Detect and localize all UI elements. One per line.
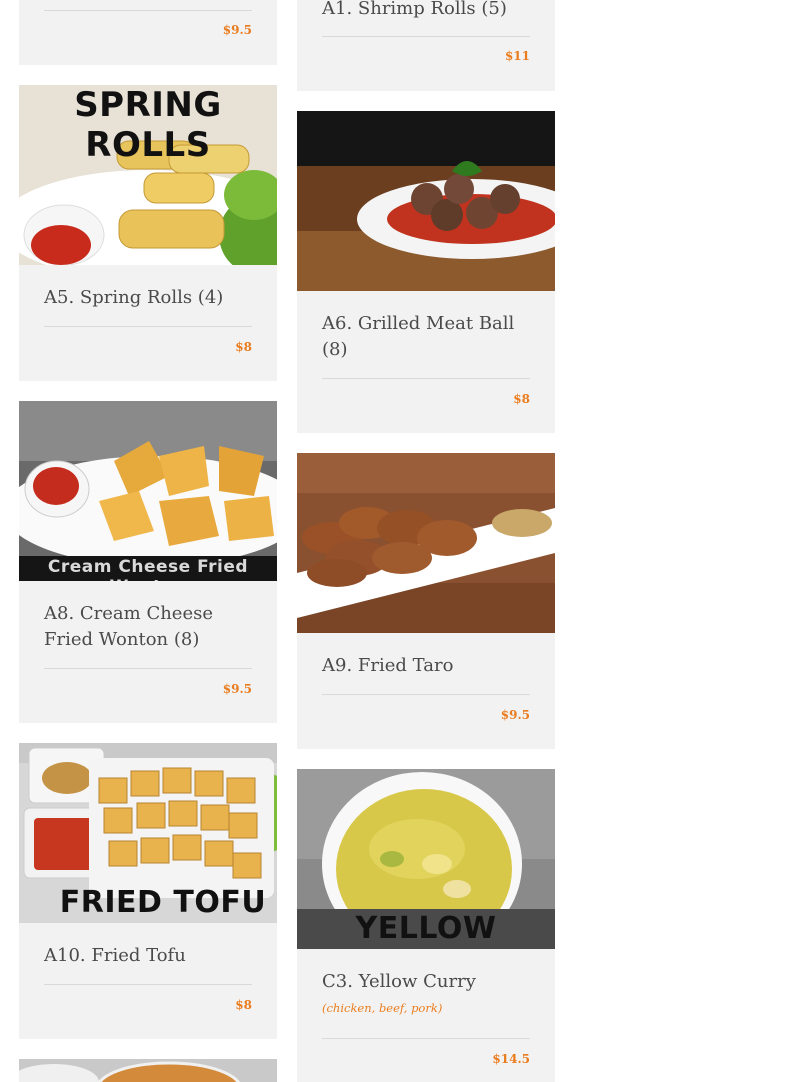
item-title: A10. Fried Tofu bbox=[44, 945, 186, 966]
fried-taro-photo bbox=[297, 453, 555, 633]
wonton-photo bbox=[19, 401, 277, 581]
divider bbox=[44, 10, 252, 11]
item-photo[interactable] bbox=[19, 1059, 277, 1082]
menu-grid: $9.5 A1. Shrimp Rolls (5) $11 SPRING ROL bbox=[0, 0, 785, 1082]
divider bbox=[322, 1038, 530, 1039]
menu-card[interactable]: $9.5 bbox=[19, 0, 277, 65]
item-photo[interactable] bbox=[297, 111, 555, 291]
image-caption: Cream Cheese Fried Wonton bbox=[47, 557, 249, 581]
image-caption: SPRING ROLLS bbox=[74, 85, 222, 165]
divider bbox=[44, 668, 252, 669]
divider bbox=[322, 378, 530, 379]
divider bbox=[44, 984, 252, 985]
dish-photo bbox=[19, 1059, 277, 1082]
image-caption: YELLOW CURRY bbox=[355, 911, 497, 949]
item-photo[interactable]: YELLOW CURRY bbox=[297, 769, 555, 949]
price: $8 bbox=[235, 998, 252, 1012]
item-title: A9. Fried Taro bbox=[322, 655, 454, 676]
item-title: A5. Spring Rolls (4) bbox=[44, 287, 224, 308]
price: $11 bbox=[504, 49, 530, 63]
item-photo[interactable]: SPRING ROLLS bbox=[19, 85, 277, 265]
menu-card[interactable]: A6. Grilled Meat Ball (8) $8 bbox=[297, 111, 555, 433]
meat-ball-photo bbox=[297, 111, 555, 291]
item-title: C3. Yellow Curry bbox=[322, 971, 476, 992]
menu-card[interactable]: FRIED TOFU A10. Fried Tofu $8 bbox=[19, 743, 277, 1039]
item-photo[interactable] bbox=[297, 453, 555, 633]
price: $9.5 bbox=[222, 23, 252, 37]
item-options: (chicken, beef, pork) bbox=[322, 1001, 443, 1015]
price: $8 bbox=[513, 392, 530, 406]
menu-card[interactable]: A1. Shrimp Rolls (5) $11 bbox=[297, 0, 555, 91]
price: $9.5 bbox=[500, 708, 530, 722]
divider bbox=[322, 36, 530, 37]
price: $9.5 bbox=[222, 682, 252, 696]
item-title: A6. Grilled Meat Ball (8) bbox=[322, 313, 515, 360]
price: $14.5 bbox=[492, 1052, 530, 1066]
item-title: A8. Cream Cheese Fried Wonton (8) bbox=[44, 603, 214, 650]
menu-card[interactable]: YELLOW CURRY C3. Yellow Curry (chicken, … bbox=[297, 769, 555, 1082]
menu-card[interactable]: A9. Fried Taro $9.5 bbox=[297, 453, 555, 749]
item-photo[interactable]: Cream Cheese Fried Wonton bbox=[19, 401, 277, 581]
menu-card[interactable] bbox=[19, 1059, 277, 1082]
menu-card[interactable]: SPRING ROLLS A5. Spring Rolls (4) $8 bbox=[19, 85, 277, 381]
item-photo[interactable]: FRIED TOFU bbox=[19, 743, 277, 923]
image-caption: FRIED TOFU bbox=[59, 885, 267, 920]
divider bbox=[322, 694, 530, 695]
menu-card[interactable]: Cream Cheese Fried Wonton A8. Cream Chee… bbox=[19, 401, 277, 723]
price: $8 bbox=[235, 340, 252, 354]
divider bbox=[44, 326, 252, 327]
item-title: A1. Shrimp Rolls (5) bbox=[322, 0, 507, 19]
